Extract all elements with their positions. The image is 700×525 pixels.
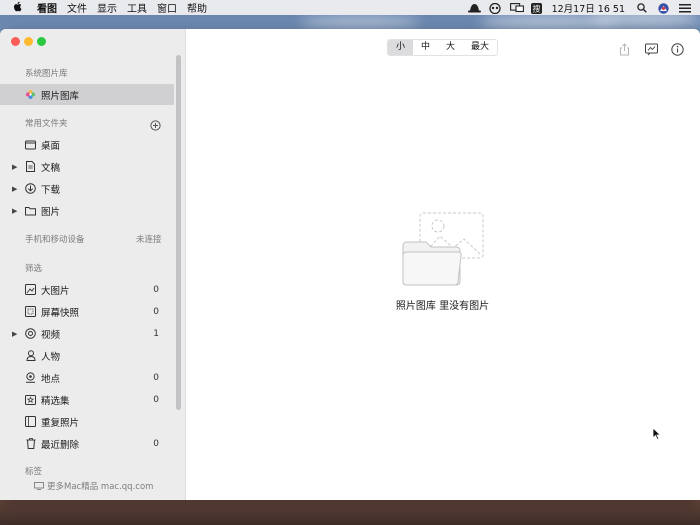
video-icon (25, 328, 36, 339)
section-tags: 标签 (25, 467, 43, 477)
menu-window[interactable]: 窗口 (157, 0, 177, 15)
empty-library-illustration (398, 212, 488, 287)
item-count: 0 (153, 306, 159, 317)
location-icon (25, 372, 36, 383)
info-icon[interactable] (671, 41, 684, 56)
size-small-button[interactable]: 小 (388, 40, 414, 55)
svg-text:搜: 搜 (532, 3, 540, 13)
section-favorites: 常用文件夹 (25, 119, 68, 129)
hat-icon[interactable] (467, 3, 481, 13)
section-filter: 筛选 (25, 264, 43, 274)
folder-icon (25, 205, 36, 216)
thumbnail-size-selector: 小 中 大 最大 (387, 39, 499, 56)
mouse-cursor-icon (652, 425, 662, 444)
item-count: 0 (153, 284, 159, 295)
menu-view[interactable]: 显示 (97, 0, 117, 15)
input-method-icon[interactable]: 搜 (530, 2, 543, 14)
slideshow-icon[interactable] (645, 41, 658, 56)
disclosure-triangle-icon[interactable]: ▶ (12, 185, 17, 193)
sidebar-scrollbar[interactable] (176, 55, 181, 410)
empty-library-message: 照片图库 里没有图片 (395, 301, 490, 312)
app-window: 系统图片库 照片图库 常用文件夹 桌面 ▶ 文稿 ▶ 下载 ▶ 图片 手机和移动… (0, 29, 700, 500)
sidebar-item-label: 桌面 (41, 140, 61, 152)
sidebar-item-label: 下载 (41, 184, 61, 196)
size-medium-button[interactable]: 中 (413, 40, 438, 55)
sidebar-item-pictures[interactable]: ▶ 图片 (0, 200, 174, 221)
menu-kantu[interactable]: 看图 (37, 0, 57, 15)
sidebar-item-label: 屏幕快照 (41, 307, 80, 319)
sidebar-item-documents[interactable]: ▶ 文稿 (0, 156, 174, 177)
section-devices: 手机和移动设备 (25, 235, 85, 245)
sidebar-item-label: 文稿 (41, 162, 61, 174)
item-count: 0 (153, 372, 159, 383)
footer-link-label: 更多Mac精品 mac.qq.com (47, 482, 154, 492)
search-icon[interactable] (637, 2, 649, 13)
size-largest-button[interactable]: 最大 (463, 40, 497, 55)
sidebar-item-label: 精选集 (41, 395, 70, 407)
share-icon[interactable] (618, 41, 631, 56)
devices-status: 未连接 (136, 235, 162, 245)
menu-tools[interactable]: 工具 (127, 0, 147, 15)
sidebar-item-collections[interactable]: 精选集 0 (0, 389, 174, 410)
disclosure-triangle-icon[interactable]: ▶ (12, 207, 17, 215)
minimize-button[interactable] (24, 37, 33, 46)
sidebar-item-label: 照片图库 (41, 90, 80, 102)
screenshot-icon (25, 306, 36, 317)
size-large-button[interactable]: 大 (438, 40, 463, 55)
document-icon (25, 161, 36, 172)
large-image-icon (25, 284, 36, 295)
close-button[interactable] (11, 37, 20, 46)
sidebar-item-desktop[interactable]: 桌面 (0, 134, 174, 155)
item-count: 0 (153, 394, 159, 405)
sidebar-item-downloads[interactable]: ▶ 下载 (0, 178, 174, 199)
photos-app-icon (25, 89, 36, 100)
section-library: 系统图片库 (25, 69, 68, 79)
monitor-icon (34, 482, 44, 490)
more-mac-apps-link[interactable]: 更多Mac精品 mac.qq.com (34, 480, 153, 492)
sidebar: 系统图片库 照片图库 常用文件夹 桌面 ▶ 文稿 ▶ 下载 ▶ 图片 手机和移动… (0, 29, 186, 500)
user-avatar-icon[interactable] (658, 2, 670, 14)
sidebar-item-label: 视频 (41, 329, 61, 341)
sidebar-item-label: 图片 (41, 206, 61, 218)
sidebar-item-large-images[interactable]: 大图片 0 (0, 279, 174, 300)
sidebar-item-recently-deleted[interactable]: 最近删除 0 (0, 433, 174, 454)
sidebar-item-label: 重复照片 (41, 417, 80, 429)
item-count: 0 (153, 438, 159, 449)
item-count: 1 (153, 328, 159, 339)
sidebar-item-screenshots[interactable]: 屏幕快照 0 (0, 301, 174, 322)
sidebar-item-places[interactable]: 地点 0 (0, 367, 174, 388)
menu-help[interactable]: 帮助 (187, 0, 207, 15)
control-center-icon[interactable] (679, 3, 691, 13)
sidebar-item-label: 人物 (41, 351, 61, 363)
clock[interactable]: 12月17日 16 51 (552, 1, 625, 15)
add-folder-icon[interactable] (150, 116, 161, 135)
sidebar-item-photos-library[interactable]: 照片图库 (0, 84, 174, 105)
menu-bar: 看图 文件 显示 工具 窗口 帮助 搜 12月17日 16 51 (0, 0, 700, 15)
apple-menu-icon[interactable] (13, 1, 23, 15)
menu-file[interactable]: 文件 (67, 0, 87, 15)
download-icon (25, 183, 36, 194)
sidebar-item-duplicates[interactable]: 重复照片 (0, 411, 174, 432)
disclosure-triangle-icon[interactable]: ▶ (12, 163, 17, 171)
sidebar-item-label: 最近删除 (41, 439, 80, 451)
desktop-icon (25, 139, 36, 150)
display-mirror-icon[interactable] (509, 2, 524, 13)
sidebar-item-people[interactable]: 人物 (0, 345, 174, 366)
duplicate-icon (25, 416, 36, 427)
sidebar-item-label: 大图片 (41, 285, 70, 297)
sidebar-item-videos[interactable]: ▶ 视频 1 (0, 323, 174, 344)
collection-icon (25, 394, 36, 405)
zoom-button[interactable] (37, 37, 46, 46)
disclosure-triangle-icon[interactable]: ▶ (12, 330, 17, 338)
sidebar-item-label: 地点 (41, 373, 61, 385)
owl-icon[interactable] (488, 2, 501, 14)
trash-icon (25, 438, 36, 449)
person-icon (25, 350, 36, 361)
